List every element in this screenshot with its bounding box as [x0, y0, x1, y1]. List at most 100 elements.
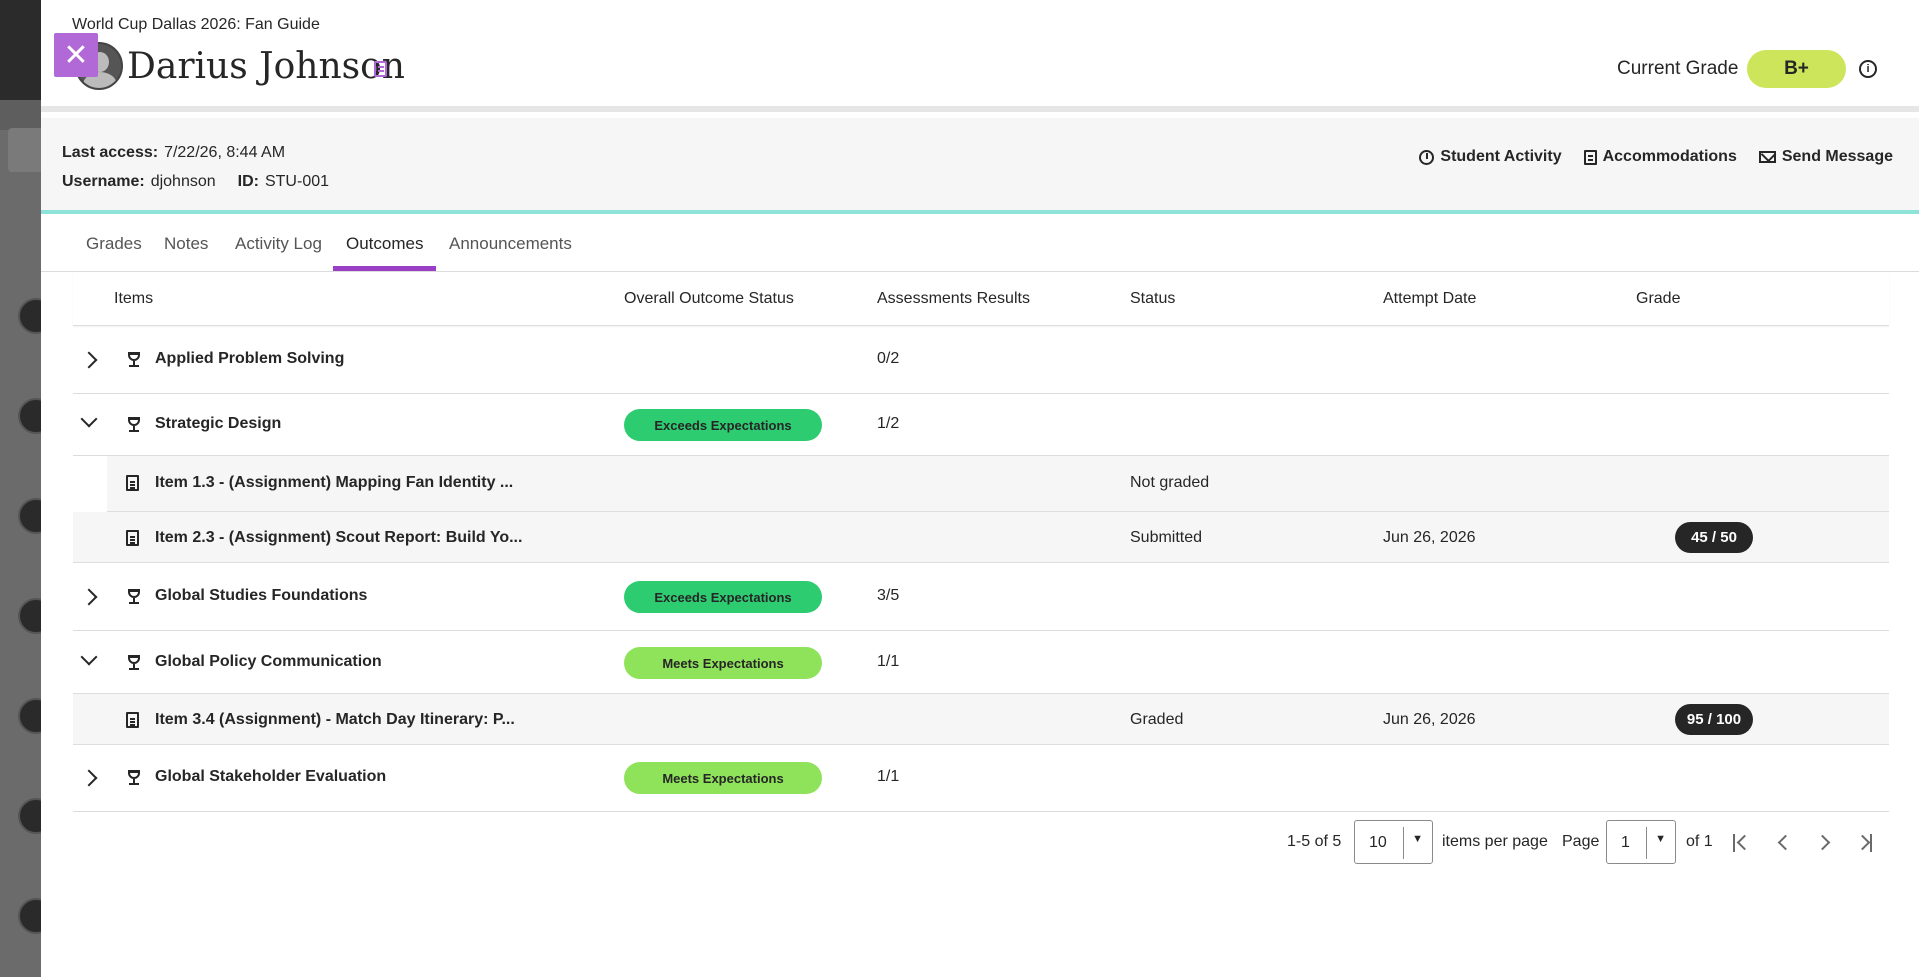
page-label: Page	[1562, 833, 1600, 850]
grade-badge[interactable]: 95 / 100	[1675, 704, 1753, 735]
outcome-status-badge: Meets Expectations	[624, 762, 822, 794]
items-per-page-label: items per page	[1442, 833, 1548, 850]
trophy-icon	[126, 589, 142, 605]
assessment-results: 1/1	[877, 768, 900, 785]
tab-grades[interactable]: Grades	[86, 234, 142, 254]
table-header: Items Overall Outcome Status Assessments…	[73, 272, 1889, 326]
pagination-range: 1-5 of 5	[1287, 833, 1342, 850]
tab-activity-log[interactable]: Activity Log	[235, 234, 322, 254]
column-header-attempt-date[interactable]: Attempt Date	[1383, 290, 1476, 308]
outcome-status-badge: Meets Expectations	[624, 647, 822, 679]
last-access-row: Last access: 7/22/26, 8:44 AM	[62, 144, 285, 162]
outcome-status-badge: Exceeds Expectations	[624, 581, 822, 613]
outcome-status-badge: Exceeds Expectations	[624, 409, 822, 441]
outcome-title[interactable]: Applied Problem Solving	[155, 350, 344, 368]
column-header-assessment-results[interactable]: Assessments Results	[877, 290, 1030, 308]
outcome-title[interactable]: Global Studies Foundations	[155, 587, 367, 605]
next-page-icon[interactable]	[1814, 834, 1834, 852]
tab-notes[interactable]: Notes	[164, 234, 208, 254]
outcome-row[interactable]: Global Stakeholder Evaluation Meets Expe…	[73, 745, 1889, 812]
tab-announcements[interactable]: Announcements	[449, 234, 572, 254]
close-button[interactable]: ✕	[54, 33, 98, 77]
page-count: of 1	[1686, 833, 1713, 850]
assessment-title[interactable]: Item 2.3 - (Assignment) Scout Report: Bu…	[155, 529, 522, 547]
student-actions: Student Activity Accommodations Send Mes…	[1419, 148, 1893, 166]
outcome-title[interactable]: Global Stakeholder Evaluation	[155, 768, 386, 786]
page-value: 1	[1621, 834, 1630, 851]
outcome-row[interactable]: Applied Problem Solving 0/2	[73, 326, 1889, 394]
document-icon	[126, 475, 139, 491]
dropdown-arrow-icon: ▼	[1412, 833, 1423, 845]
panel-header: World Cup Dallas 2026: Fan Guide Darius …	[41, 0, 1919, 112]
accommodations-icon	[1583, 149, 1597, 165]
attempt-date: Jun 26, 2026	[1383, 711, 1476, 728]
student-activity-button[interactable]: Student Activity	[1419, 148, 1562, 166]
grade-badge[interactable]: 45 / 50	[1675, 522, 1753, 553]
username-label: Username:	[62, 173, 145, 190]
outcome-title[interactable]: Strategic Design	[155, 415, 281, 433]
document-icon	[126, 530, 139, 546]
student-info-bar: Last access: 7/22/26, 8:44 AM Username: dj…	[41, 118, 1919, 214]
username-value: djohnson	[150, 173, 216, 190]
background-header	[0, 0, 41, 100]
document-icon	[126, 712, 139, 728]
assessment-status: Graded	[1130, 711, 1184, 728]
outcome-title[interactable]: Global Policy Communication	[155, 653, 382, 671]
assessment-results: 1/1	[877, 653, 900, 670]
info-icon[interactable]: i	[1859, 60, 1877, 78]
last-access-value: 7/22/26, 8:44 AM	[164, 144, 286, 161]
assessment-row[interactable]: Item 2.3 - (Assignment) Scout Report: Bu…	[73, 512, 1889, 563]
column-header-items[interactable]: Items	[114, 290, 153, 308]
column-header-grade[interactable]: Grade	[1636, 290, 1680, 308]
last-page-icon[interactable]	[1854, 834, 1874, 852]
assessment-row[interactable]: Item 1.3 - (Assignment) Mapping Fan Iden…	[107, 456, 1889, 512]
items-per-page-value: 10	[1369, 834, 1387, 851]
column-header-outcome-status[interactable]: Overall Outcome Status	[624, 290, 794, 308]
notes-icon[interactable]	[374, 61, 387, 77]
current-grade-badge: B+	[1747, 50, 1846, 88]
send-message-label: Send Message	[1781, 148, 1893, 165]
pagination: 1-5 of 5 10 ▼ items per page Page 1 ▼ of…	[41, 820, 1919, 866]
chevron-down-icon[interactable]	[80, 410, 98, 428]
items-per-page-select[interactable]: 10 ▼	[1354, 820, 1433, 864]
assessment-status: Not graded	[1130, 474, 1210, 491]
assessment-results: 1/2	[877, 415, 900, 432]
chevron-right-icon[interactable]	[80, 769, 98, 787]
send-message-button[interactable]: Send Message	[1758, 148, 1893, 166]
background-list	[0, 130, 41, 977]
first-page-icon[interactable]	[1733, 834, 1753, 852]
username-row: Username: djohnson ID: STU-001	[62, 173, 329, 191]
dropdown-arrow-icon: ▼	[1655, 833, 1666, 845]
chevron-down-icon[interactable]	[80, 648, 98, 666]
trophy-icon	[126, 352, 142, 368]
outcome-row[interactable]: Strategic Design Exceeds Expectations 1/…	[73, 394, 1889, 456]
activity-icon	[1419, 149, 1435, 165]
assessment-title[interactable]: Item 3.4 (Assignment) - Match Day Itiner…	[155, 711, 515, 729]
trophy-icon	[126, 655, 142, 671]
background-grid-button	[8, 128, 41, 172]
page-select[interactable]: 1 ▼	[1606, 820, 1676, 864]
assessment-title[interactable]: Item 1.3 - (Assignment) Mapping Fan Iden…	[155, 474, 513, 492]
chevron-right-icon[interactable]	[80, 588, 98, 606]
assessment-row[interactable]: Item 3.4 (Assignment) - Match Day Itiner…	[73, 694, 1889, 745]
mail-icon	[1758, 151, 1776, 163]
tab-bar: Grades Notes Activity Log Outcomes Annou…	[41, 218, 1919, 272]
course-title: World Cup Dallas 2026: Fan Guide	[72, 16, 320, 33]
student-details-panel: ✕ World Cup Dallas 2026: Fan Guide Dariu…	[41, 0, 1919, 977]
active-tab-indicator	[333, 266, 436, 271]
close-icon: ✕	[63, 38, 89, 72]
column-header-status[interactable]: Status	[1130, 290, 1175, 308]
chevron-right-icon[interactable]	[80, 351, 98, 369]
outcome-row[interactable]: Global Studies Foundations Exceeds Expec…	[73, 563, 1889, 631]
outcome-row[interactable]: Global Policy Communication Meets Expect…	[73, 631, 1889, 694]
trophy-icon	[126, 770, 142, 786]
tab-outcomes[interactable]: Outcomes	[346, 234, 423, 254]
previous-page-icon[interactable]	[1775, 834, 1794, 852]
id-label: ID:	[237, 173, 259, 190]
attempt-date: Jun 26, 2026	[1383, 529, 1476, 546]
accommodations-button[interactable]: Accommodations	[1583, 148, 1737, 166]
current-grade-label: Current Grade	[1617, 58, 1739, 79]
last-access-label: Last access:	[62, 144, 159, 161]
assessment-results: 3/5	[877, 587, 900, 604]
background-page	[0, 0, 41, 977]
